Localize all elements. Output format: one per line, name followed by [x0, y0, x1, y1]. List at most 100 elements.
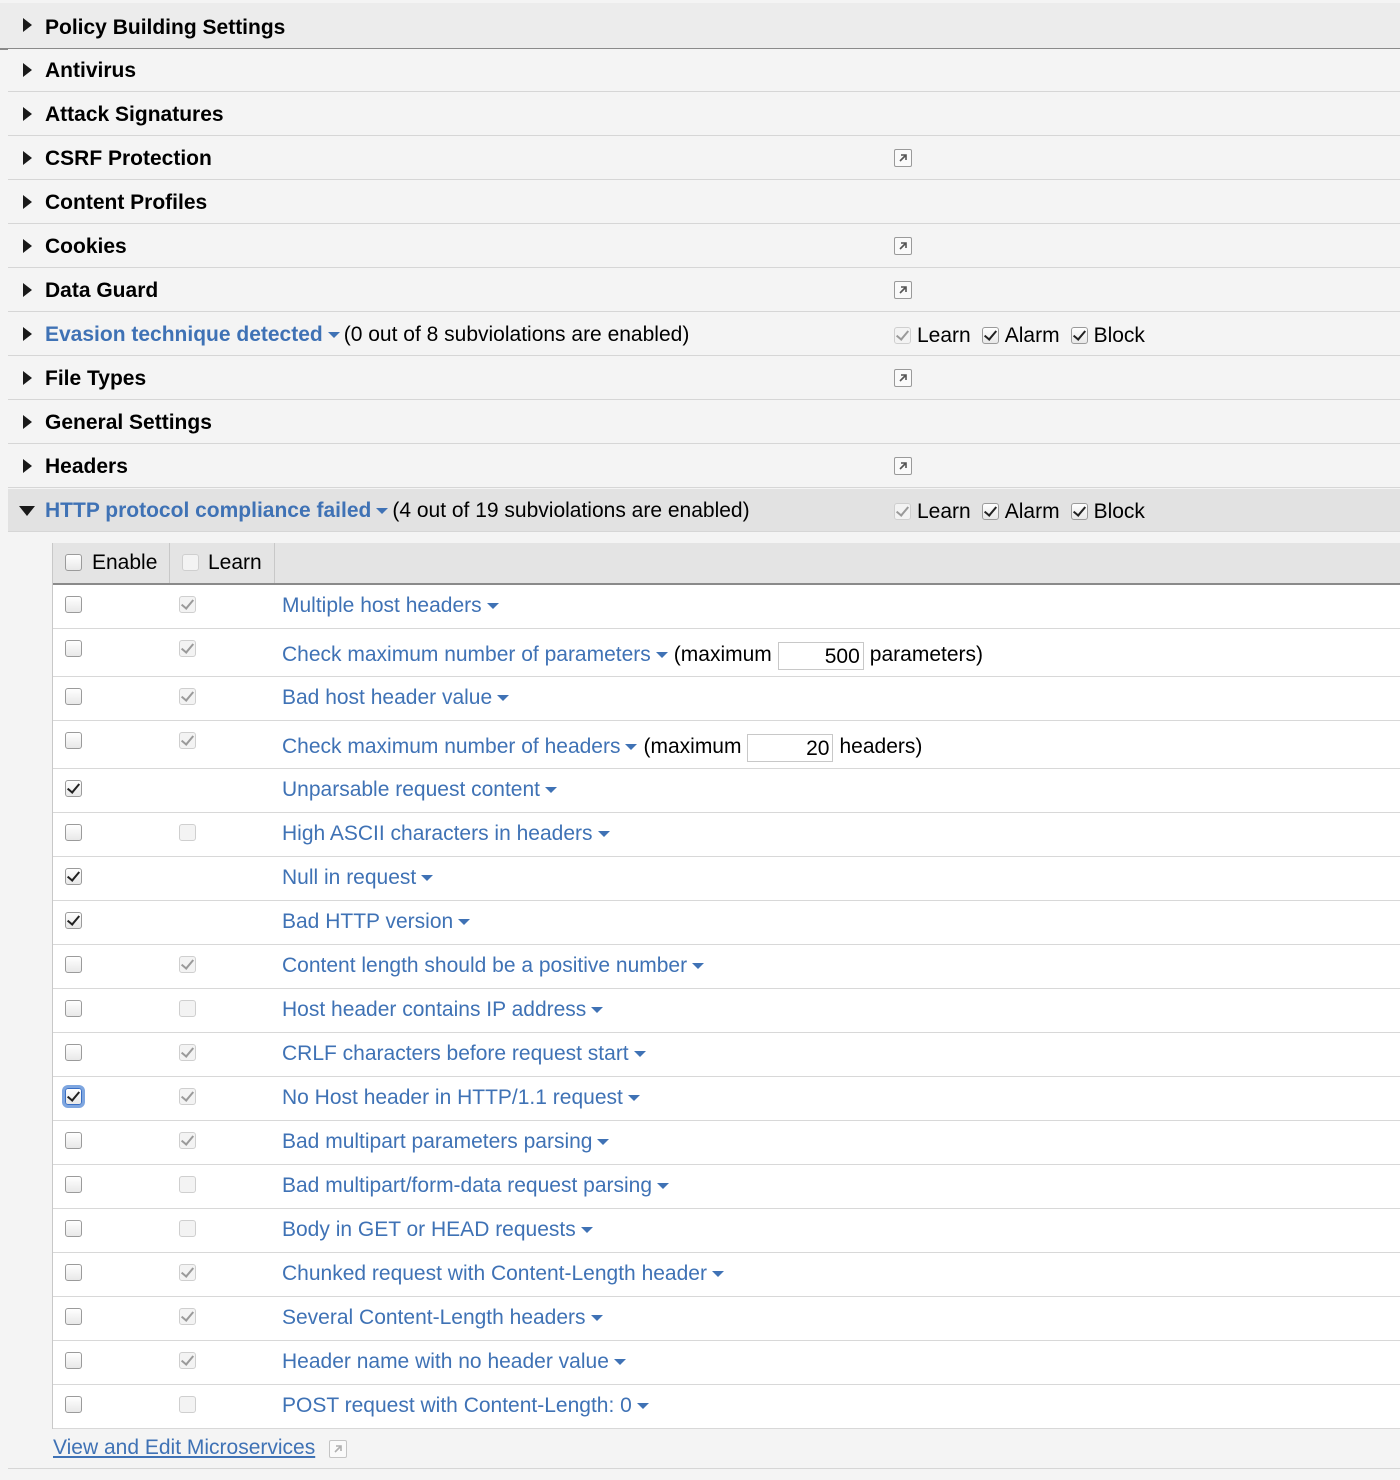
subviolation-link[interactable]: Check maximum number of headers	[282, 735, 620, 758]
violation-link[interactable]: Evasion technique detected	[45, 323, 323, 346]
learn-checkbox[interactable]	[894, 327, 911, 344]
subviolation-link[interactable]: Several Content-Length headers	[282, 1306, 586, 1329]
dropdown-caret-icon[interactable]	[613, 1359, 626, 1365]
subviolation-name[interactable]: Body in GET or HEAD requests	[282, 1218, 593, 1242]
enable-checkbox[interactable]	[65, 1132, 82, 1149]
violation-link[interactable]: HTTP protocol compliance failed	[45, 499, 371, 522]
subviolation-link[interactable]: Chunked request with Content-Length head…	[282, 1262, 707, 1285]
learn-checkbox[interactable]	[179, 1264, 196, 1281]
section-row[interactable]: General Settings	[8, 401, 1400, 444]
enable-checkbox[interactable]	[65, 1088, 82, 1105]
subviolation-name[interactable]: High ASCII characters in headers	[282, 822, 610, 846]
learn-checkbox[interactable]	[179, 1000, 196, 1017]
learn-checkbox[interactable]	[179, 1352, 196, 1369]
dropdown-caret-icon[interactable]	[580, 1227, 593, 1233]
limit-input[interactable]: 20	[747, 734, 834, 762]
subviolation-link[interactable]: POST request with Content-Length: 0	[282, 1394, 632, 1417]
learn-checkbox[interactable]	[179, 1220, 196, 1237]
subviolation-name[interactable]: Check maximum number of headers (maximum 2…	[282, 734, 922, 762]
subviolation-name[interactable]: Host header contains IP address	[282, 998, 604, 1022]
enable-checkbox[interactable]	[65, 732, 82, 749]
section-row[interactable]: Headers	[8, 445, 1400, 488]
section-title[interactable]: Evasion technique detected (0 out of 8 su…	[45, 323, 689, 347]
block-checkbox[interactable]	[1070, 503, 1088, 520]
enable-checkbox[interactable]	[65, 780, 82, 797]
enable-checkbox[interactable]	[65, 868, 82, 885]
subviolation-name[interactable]: Bad multipart/form-data request parsing	[282, 1174, 670, 1198]
external-link-icon[interactable]	[894, 149, 912, 167]
dropdown-caret-icon[interactable]	[633, 1051, 646, 1057]
subviolation-link[interactable]: CRLF characters before request start	[282, 1042, 629, 1065]
alarm-checkbox[interactable]	[981, 503, 999, 520]
enable-checkbox[interactable]	[65, 1044, 82, 1061]
subviolation-link[interactable]: High ASCII characters in headers	[282, 822, 593, 845]
subviolation-link[interactable]: Multiple host headers	[282, 594, 482, 617]
collapse-arrow-icon[interactable]	[19, 506, 35, 516]
dropdown-caret-icon[interactable]	[486, 603, 499, 609]
expand-arrow-icon[interactable]	[23, 63, 32, 77]
subviolation-name[interactable]: Null in request	[282, 866, 434, 890]
dropdown-caret-icon[interactable]	[458, 919, 471, 925]
section-row[interactable]: Content Profiles	[8, 181, 1400, 224]
subviolation-name[interactable]: Multiple host headers	[282, 594, 499, 618]
section-title[interactable]: HTTP protocol compliance failed (4 out of…	[45, 499, 750, 523]
learn-checkbox[interactable]	[179, 732, 196, 749]
subviolation-link[interactable]: Null in request	[282, 866, 416, 889]
dropdown-caret-icon[interactable]	[421, 875, 434, 881]
dropdown-caret-icon[interactable]	[376, 508, 389, 514]
enable-checkbox[interactable]	[65, 688, 82, 705]
expand-arrow-icon[interactable]	[23, 18, 32, 32]
dropdown-caret-icon[interactable]	[590, 1315, 603, 1321]
enable-checkbox[interactable]	[65, 1220, 82, 1237]
subviolation-name[interactable]: POST request with Content-Length: 0	[282, 1394, 649, 1418]
learn-checkbox[interactable]	[179, 1308, 196, 1325]
learn-all-checkbox[interactable]	[182, 554, 199, 571]
dropdown-caret-icon[interactable]	[627, 1095, 640, 1101]
learn-checkbox[interactable]	[179, 824, 196, 841]
learn-checkbox[interactable]	[179, 1132, 196, 1149]
expand-arrow-icon[interactable]	[23, 371, 32, 385]
limit-input[interactable]: 500	[777, 642, 864, 670]
section-row[interactable]: Attack Signatures	[8, 93, 1400, 136]
dropdown-caret-icon[interactable]	[692, 963, 705, 969]
learn-checkbox[interactable]	[894, 503, 911, 520]
learn-checkbox[interactable]	[179, 688, 196, 705]
section-row[interactable]: Evasion technique detected (0 out of 8 su…	[8, 313, 1400, 356]
subviolation-link[interactable]: No Host header in HTTP/1.1 request	[282, 1086, 623, 1109]
section-row[interactable]: Antivirus	[8, 49, 1400, 92]
subviolation-name[interactable]: Bad host header value	[282, 686, 510, 710]
expand-arrow-icon[interactable]	[23, 327, 32, 341]
expand-arrow-icon[interactable]	[23, 195, 32, 209]
section-policy-building-settings[interactable]: Policy Building Settings	[0, 3, 1400, 50]
section-row[interactable]: CSRF Protection	[8, 137, 1400, 180]
enable-checkbox[interactable]	[65, 1396, 82, 1413]
subviolation-name[interactable]: No Host header in HTTP/1.1 request	[282, 1086, 640, 1110]
enable-checkbox[interactable]	[65, 1308, 82, 1325]
learn-checkbox[interactable]	[179, 596, 196, 613]
learn-checkbox[interactable]	[179, 1396, 196, 1413]
dropdown-caret-icon[interactable]	[497, 695, 510, 701]
subviolation-link[interactable]: Bad HTTP version	[282, 910, 453, 933]
subviolation-name[interactable]: Bad HTTP version	[282, 910, 471, 934]
subviolation-name[interactable]: Check maximum number of parameters (maxim…	[282, 642, 983, 670]
subviolation-name[interactable]: Chunked request with Content-Length head…	[282, 1262, 724, 1286]
enable-all-checkbox[interactable]	[65, 554, 82, 571]
expand-arrow-icon[interactable]	[23, 151, 32, 165]
dropdown-caret-icon[interactable]	[636, 1403, 649, 1409]
view-edit-microservices-link[interactable]: View and Edit Microservices	[53, 1436, 315, 1460]
dropdown-caret-icon[interactable]	[625, 744, 638, 750]
section-row[interactable]: File Types	[8, 357, 1400, 400]
enable-checkbox[interactable]	[65, 640, 82, 657]
subviolation-link[interactable]: Content length should be a positive numb…	[282, 954, 687, 977]
external-link-icon[interactable]	[894, 237, 912, 255]
dropdown-caret-icon[interactable]	[591, 1007, 604, 1013]
enable-checkbox[interactable]	[65, 1176, 82, 1193]
external-link-icon[interactable]	[894, 281, 912, 299]
section-row[interactable]: Data Guard	[8, 269, 1400, 312]
block-checkbox[interactable]	[1070, 327, 1088, 344]
learn-checkbox[interactable]	[179, 1044, 196, 1061]
expand-arrow-icon[interactable]	[23, 415, 32, 429]
dropdown-caret-icon[interactable]	[545, 787, 557, 793]
enable-checkbox[interactable]	[65, 956, 82, 973]
subviolation-name[interactable]: Header name with no header value	[282, 1350, 626, 1374]
